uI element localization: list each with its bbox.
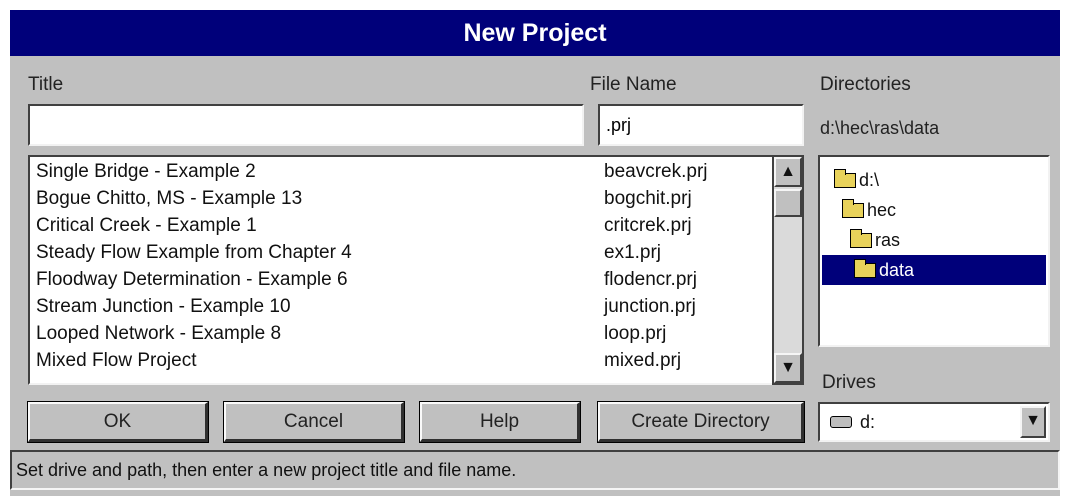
list-item[interactable]: Steady Flow Example from Chapter 4 xyxy=(36,242,352,264)
directory-item-selected[interactable]: data xyxy=(822,255,1046,285)
list-item-file[interactable]: beavcrek.prj xyxy=(604,161,708,183)
list-item[interactable]: Critical Creek - Example 1 xyxy=(36,215,257,237)
drive-value: d: xyxy=(860,412,876,432)
directory-item[interactable]: d:\ xyxy=(830,165,883,195)
arrow-down-icon: ▼ xyxy=(780,359,796,376)
list-item-file[interactable]: junction.prj xyxy=(604,296,696,318)
folder-open-icon xyxy=(850,228,872,248)
drive-select[interactable]: d: ▼ xyxy=(818,402,1050,442)
chevron-down-icon: ▼ xyxy=(1025,412,1041,429)
file-name-input[interactable] xyxy=(598,104,804,146)
list-item[interactable]: Floodway Determination - Example 6 xyxy=(36,269,348,291)
title-input[interactable] xyxy=(28,104,584,146)
ok-button[interactable]: OK xyxy=(27,401,209,443)
current-path: d:\hec\ras\data xyxy=(820,118,940,138)
list-item-file[interactable]: mixed.prj xyxy=(604,350,681,372)
project-list[interactable]: Single Bridge - Example 2 Bogue Chitto, … xyxy=(28,155,774,385)
list-item-file[interactable]: critcrek.prj xyxy=(604,215,692,237)
arrow-up-icon: ▲ xyxy=(780,163,796,180)
cancel-button[interactable]: Cancel xyxy=(223,401,405,443)
scroll-up-button[interactable]: ▲ xyxy=(774,157,802,187)
list-item[interactable]: Single Bridge - Example 2 xyxy=(36,161,256,183)
folder-open-icon xyxy=(854,258,876,278)
directory-item[interactable]: hec xyxy=(838,195,900,225)
scroll-thumb[interactable] xyxy=(774,189,802,217)
list-item-file[interactable]: ex1.prj xyxy=(604,242,661,264)
directory-tree[interactable]: d:\ hec ras data xyxy=(818,155,1050,347)
folder-open-icon xyxy=(842,198,864,218)
new-project-dialog: New Project Title File Name Directories … xyxy=(10,10,1060,496)
drives-label: Drives xyxy=(822,372,876,393)
list-item[interactable]: Mixed Flow Project xyxy=(36,350,197,372)
folder-open-icon xyxy=(834,168,856,188)
dialog-title: New Project xyxy=(10,10,1060,56)
scroll-down-button[interactable]: ▼ xyxy=(774,353,802,383)
list-item-file[interactable]: loop.prj xyxy=(604,323,666,345)
drive-dropdown-button[interactable]: ▼ xyxy=(1020,406,1046,438)
file-name-label: File Name xyxy=(590,74,677,95)
list-item[interactable]: Looped Network - Example 8 xyxy=(36,323,281,345)
directories-label: Directories xyxy=(820,74,911,95)
directory-item[interactable]: ras xyxy=(846,225,904,255)
list-item[interactable]: Stream Junction - Example 10 xyxy=(36,296,291,318)
create-directory-button[interactable]: Create Directory xyxy=(597,401,805,443)
status-bar: Set drive and path, then enter a new pro… xyxy=(10,450,1060,490)
list-item[interactable]: Bogue Chitto, MS - Example 13 xyxy=(36,188,302,210)
help-button[interactable]: Help xyxy=(419,401,581,443)
title-label: Title xyxy=(28,74,64,95)
list-item-file[interactable]: flodencr.prj xyxy=(604,269,697,291)
drive-icon xyxy=(830,416,852,428)
list-item-file[interactable]: bogchit.prj xyxy=(604,188,692,210)
project-list-scrollbar[interactable]: ▲ ▼ xyxy=(772,155,804,385)
